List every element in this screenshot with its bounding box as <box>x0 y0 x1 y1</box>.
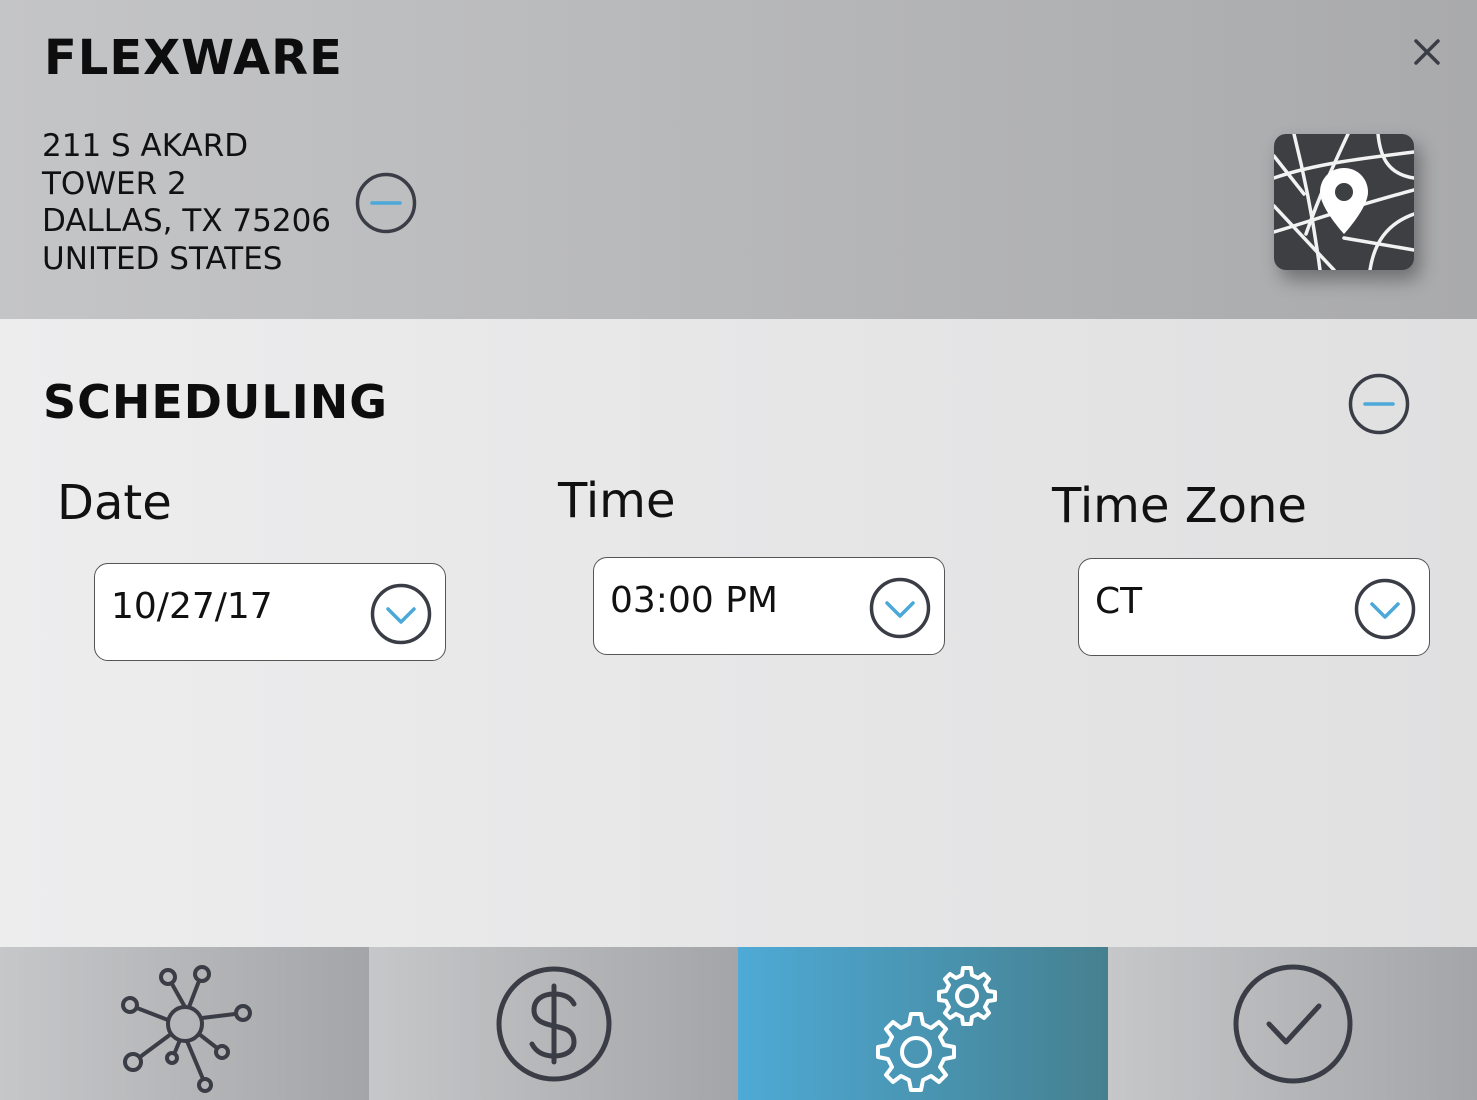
address-collapse-button[interactable] <box>354 171 418 239</box>
minus-circle-icon <box>355 172 417 234</box>
timezone-value: CT <box>1095 581 1143 622</box>
map-button[interactable] <box>1274 134 1414 270</box>
gears-icon <box>876 965 997 1092</box>
chevron-down-icon <box>370 583 432 645</box>
close-button[interactable] <box>1405 30 1449 74</box>
tab-network[interactable] <box>0 947 369 1100</box>
chevron-down-icon <box>869 577 931 639</box>
scheduling-section: SCHEDULING Date 10/27/17 Time 03:00 PM T… <box>0 319 1477 947</box>
chevron-down-icon <box>1354 578 1416 640</box>
date-label: Date <box>57 475 172 531</box>
tab-confirm[interactable] <box>1108 947 1477 1100</box>
time-value: 03:00 PM <box>610 580 778 621</box>
date-select[interactable]: 10/27/17 <box>94 563 446 661</box>
tab-settings[interactable] <box>738 947 1108 1100</box>
address-line-4: UNITED STATES <box>42 240 283 277</box>
time-select[interactable]: 03:00 PM <box>593 557 945 655</box>
address-line-2: TOWER 2 <box>42 165 187 202</box>
map-pin-icon <box>1274 134 1414 270</box>
address-line-1: 211 S AKARD <box>42 128 249 164</box>
company-name: FLEXWARE <box>44 30 343 86</box>
date-value: 10/27/17 <box>111 586 273 627</box>
time-label: Time <box>558 473 676 529</box>
timezone-label: Time Zone <box>1052 478 1307 534</box>
scheduling-collapse-button[interactable] <box>1347 372 1411 440</box>
section-title: SCHEDULING <box>43 375 389 429</box>
minus-circle-icon <box>1348 373 1410 435</box>
bottom-navbar <box>0 947 1477 1100</box>
header-panel: FLEXWARE 211 S AKARD TOWER 2 DALLAS, TX … <box>0 0 1477 319</box>
close-icon <box>1414 39 1440 65</box>
tab-pricing[interactable] <box>369 947 738 1100</box>
network-hub-icon <box>120 964 252 1093</box>
timezone-select[interactable]: CT <box>1078 558 1430 656</box>
checkmark-icon <box>1233 964 1352 1083</box>
dollar-icon <box>496 966 611 1081</box>
address-line-3: DALLAS, TX 75206 <box>42 203 332 239</box>
address-block: 211 S AKARD TOWER 2 DALLAS, TX 75206 UNI… <box>42 128 331 278</box>
